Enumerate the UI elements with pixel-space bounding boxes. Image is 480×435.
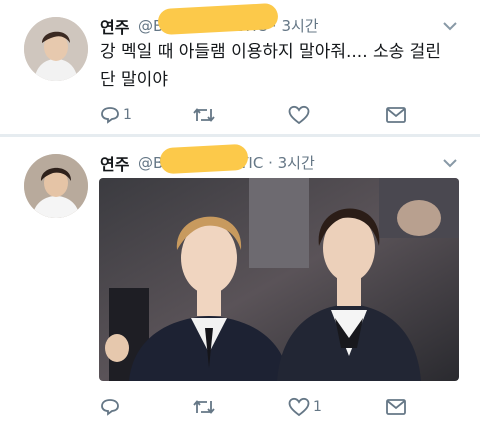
avatar[interactable] bbox=[24, 154, 88, 218]
chevron-down-icon[interactable] bbox=[442, 157, 458, 169]
tweet-text: 강 멕일 때 아들램 이용하지 말아줘.... 소송 걸린 단 말이야 bbox=[100, 42, 441, 90]
retweet-button[interactable] bbox=[192, 396, 219, 418]
display-name[interactable]: 연주 bbox=[100, 14, 129, 38]
tweet-actions: 1 bbox=[100, 104, 460, 126]
direct-message-button[interactable] bbox=[385, 104, 407, 126]
tweet-photo[interactable] bbox=[99, 178, 459, 381]
retweet-icon bbox=[193, 108, 215, 122]
like-icon bbox=[288, 105, 310, 125]
display-name[interactable]: 연주 bbox=[100, 151, 129, 175]
tweet-actions: 1 bbox=[100, 396, 460, 418]
message-icon bbox=[386, 399, 406, 415]
avatar[interactable] bbox=[24, 17, 88, 81]
retweet-icon bbox=[193, 400, 215, 414]
reply-icon bbox=[101, 399, 119, 416]
tweet-2[interactable]: 연주 @BE ENERGETIC · 3시간 bbox=[0, 137, 480, 435]
reply-icon bbox=[101, 107, 119, 124]
censor-mark bbox=[159, 143, 249, 175]
message-icon bbox=[386, 107, 406, 123]
reply-button[interactable]: 1 bbox=[100, 104, 132, 126]
chevron-down-icon[interactable] bbox=[442, 20, 458, 32]
like-button[interactable]: 1 bbox=[288, 396, 322, 418]
direct-message-button[interactable] bbox=[385, 396, 407, 418]
like-count: 1 bbox=[313, 399, 322, 415]
like-icon bbox=[288, 397, 310, 417]
tweet-1[interactable]: 연주 @BEEFNERGETIC · 3시간 강 멕일 때 아들램 이용하지 말… bbox=[0, 0, 480, 134]
retweet-button[interactable] bbox=[192, 104, 219, 126]
reply-count: 1 bbox=[123, 107, 132, 123]
reply-button[interactable] bbox=[100, 396, 123, 418]
like-button[interactable] bbox=[288, 104, 313, 126]
